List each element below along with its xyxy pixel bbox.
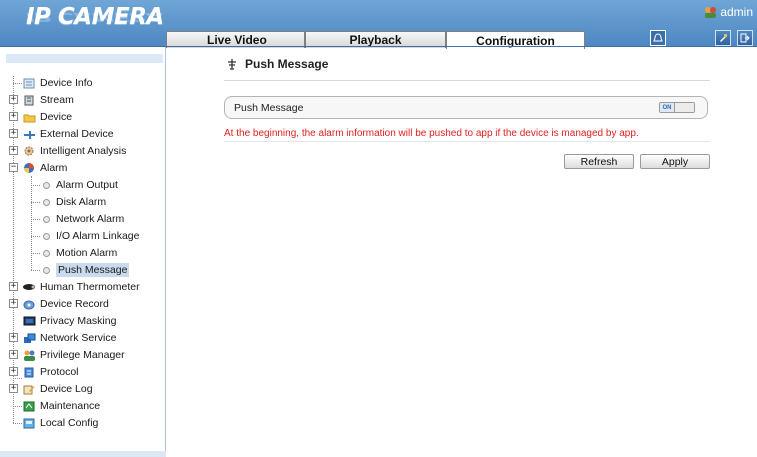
info-note: At the beginning, the alarm information … (224, 128, 639, 139)
sidebar-item-local-config[interactable]: Local Config (22, 415, 98, 431)
log-icon (22, 383, 36, 395)
tree-connector (31, 253, 40, 254)
leaf-bullet-icon (43, 249, 50, 257)
expand-toggle[interactable]: + (9, 282, 18, 291)
users-icon (22, 349, 36, 361)
expand-toggle[interactable]: + (9, 333, 18, 342)
leaf-bullet-icon (43, 215, 50, 223)
device-info-icon (22, 77, 36, 89)
user-name: admin (720, 5, 753, 19)
sidebar-item-maintenance[interactable]: Maintenance (22, 398, 100, 414)
external-device-icon (22, 128, 36, 140)
push-message-row: Push Message ON (224, 96, 708, 119)
tree-connector (31, 270, 40, 271)
user-info[interactable]: admin (704, 5, 753, 19)
reset-icon[interactable] (715, 30, 731, 46)
expand-toggle[interactable]: + (9, 350, 18, 359)
app-logo-reflection: IP CAMERA (26, 9, 164, 24)
sidebar-item-privacy-masking[interactable]: Privacy Masking (22, 313, 116, 329)
thermometer-icon (22, 281, 36, 293)
tree-connector (13, 378, 22, 379)
sidebar-item-network-service[interactable]: Network Service (22, 330, 116, 346)
tree-connector (31, 236, 40, 237)
sidebar-item-alarm[interactable]: Alarm (22, 160, 67, 176)
tree-connector (31, 202, 40, 203)
stream-icon (22, 94, 36, 106)
logout-icon[interactable] (737, 30, 753, 46)
sidebar-item-motion-alarm[interactable]: Motion Alarm (40, 245, 117, 261)
tab-playback[interactable]: Playback (305, 31, 446, 48)
tab-live-video[interactable]: Live Video (166, 31, 305, 48)
leaf-bullet-icon (43, 266, 50, 274)
sidebar-item-device-log[interactable]: Device Log (22, 381, 93, 397)
sidebar-item-protocol[interactable]: Protocol (22, 364, 79, 380)
leaf-bullet-icon (43, 232, 50, 240)
sidebar-item-io-alarm-linkage[interactable]: I/O Alarm Linkage (40, 228, 139, 244)
sidebar-item-alarm-output[interactable]: Alarm Output (40, 177, 118, 193)
expand-toggle[interactable]: + (9, 95, 18, 104)
sidebar-item-device-info[interactable]: Device Info (22, 75, 93, 91)
gear-icon (22, 145, 36, 157)
page-title: Push Message (227, 57, 328, 71)
sidebar: + + + + − + + + + + + Device Info Stream… (0, 47, 166, 457)
maintenance-icon (22, 400, 36, 412)
refresh-button[interactable]: Refresh (564, 154, 634, 169)
apply-button[interactable]: Apply (640, 154, 710, 169)
expand-toggle[interactable]: + (9, 129, 18, 138)
note-divider (224, 141, 710, 142)
folder-icon (22, 111, 36, 123)
alarm-icon (22, 162, 36, 174)
tree-connector (31, 185, 40, 186)
leaf-bullet-icon (43, 181, 50, 189)
sidebar-bottom-strip (0, 451, 166, 457)
sidebar-item-push-message[interactable]: Push Message (40, 262, 130, 278)
tree-connector (13, 423, 22, 424)
push-message-icon (227, 58, 237, 70)
bell-icon[interactable] (650, 30, 666, 46)
expand-toggle[interactable]: + (9, 146, 18, 155)
push-message-label: Push Message (234, 101, 304, 114)
sidebar-item-human-thermometer[interactable]: Human Thermometer (22, 279, 140, 295)
tree-connector (31, 176, 32, 270)
sidebar-item-device-record[interactable]: Device Record (22, 296, 109, 312)
title-divider (224, 80, 710, 81)
config-tree: + + + + − + + + + + + Device Info Stream… (0, 47, 166, 457)
sidebar-item-intelligent-analysis[interactable]: Intelligent Analysis (22, 143, 126, 159)
main-content: Push Message Push Message ON At the begi… (167, 47, 757, 457)
expand-toggle[interactable]: + (9, 299, 18, 308)
monitor-icon (22, 315, 36, 327)
collapse-toggle[interactable]: − (9, 163, 18, 172)
push-message-toggle[interactable]: ON (659, 102, 695, 113)
expand-toggle[interactable]: + (9, 384, 18, 393)
user-icon (704, 6, 717, 18)
toggle-off-area (675, 103, 694, 112)
page-title-text: Push Message (245, 57, 329, 71)
tree-connector (13, 83, 22, 84)
network-icon (22, 332, 36, 344)
leaf-bullet-icon (43, 198, 50, 206)
record-icon (22, 298, 36, 310)
expand-toggle[interactable]: + (9, 112, 18, 121)
toggle-on-label: ON (660, 103, 675, 112)
expand-toggle[interactable]: + (9, 367, 18, 376)
header-bar: IP CAMERA IP CAMERA admin Live Video Pla… (0, 0, 757, 49)
protocol-icon (22, 366, 36, 378)
sidebar-item-device[interactable]: Device (22, 109, 72, 125)
sidebar-item-privilege-manager[interactable]: Privilege Manager (22, 347, 125, 363)
tree-connector (13, 406, 22, 407)
tree-connector (31, 219, 40, 220)
sidebar-item-network-alarm[interactable]: Network Alarm (40, 211, 124, 227)
sidebar-item-disk-alarm[interactable]: Disk Alarm (40, 194, 106, 210)
sidebar-item-external-device[interactable]: External Device (22, 126, 114, 142)
local-config-icon (22, 417, 36, 429)
sidebar-item-stream[interactable]: Stream (22, 92, 74, 108)
